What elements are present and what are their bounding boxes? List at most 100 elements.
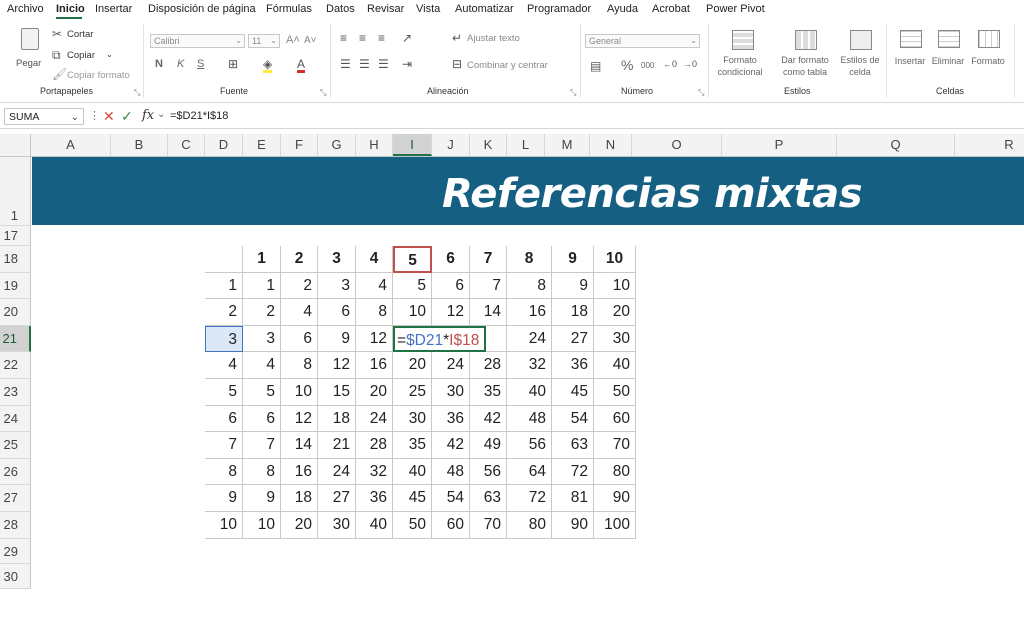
wrap-text-button[interactable]: Ajustar texto	[467, 33, 520, 44]
copy-button[interactable]: Copiar	[67, 50, 95, 61]
column-header-r[interactable]: R	[955, 134, 1024, 156]
table-cell[interactable]: 35	[393, 432, 432, 459]
table-cell[interactable]: 10	[281, 379, 318, 406]
row-header-25[interactable]: 25	[0, 432, 31, 459]
orientation-icon[interactable]: ↗	[402, 32, 412, 44]
row-header-29[interactable]: 29	[0, 538, 31, 564]
table-cell[interactable]: 8	[356, 299, 393, 326]
table-cell[interactable]: 40	[507, 379, 552, 406]
number-launcher-icon[interactable]: ⤡	[698, 88, 704, 98]
tab-inicio[interactable]: Inicio	[56, 3, 85, 15]
table-cell[interactable]: 36	[356, 485, 393, 512]
grow-font-button[interactable]: A˄	[286, 34, 300, 46]
row-factor-cell[interactable]: 5	[205, 379, 243, 406]
copy-dropdown-icon[interactable]: ⌄	[106, 50, 113, 59]
column-factor-cell[interactable]: 3	[318, 246, 356, 273]
font-launcher-icon[interactable]: ⤡	[320, 88, 326, 98]
row-header-20[interactable]: 20	[0, 299, 31, 326]
insert-cells-button[interactable]: Insertar	[891, 28, 929, 84]
table-cell[interactable]: 70	[470, 512, 507, 539]
clipboard-launcher-icon[interactable]: ⤡	[134, 88, 140, 98]
table-cell[interactable]: 24	[432, 352, 470, 379]
tab-automatizar[interactable]: Automatizar	[455, 3, 514, 15]
column-header-d[interactable]: D	[205, 134, 243, 156]
column-factor-cell[interactable]: 4	[356, 246, 393, 273]
table-cell[interactable]: 15	[318, 379, 356, 406]
currency-icon[interactable]: ▤	[590, 60, 601, 72]
table-cell[interactable]: 20	[594, 299, 636, 326]
table-cell[interactable]: 12	[432, 299, 470, 326]
align-top-icon[interactable]: ≡	[340, 32, 347, 44]
tab-programador[interactable]: Programador	[527, 3, 591, 15]
row-header-18[interactable]: 18	[0, 246, 31, 273]
table-cell[interactable]: 6	[318, 299, 356, 326]
row-header-26[interactable]: 26	[0, 458, 31, 486]
tab-ayuda[interactable]: Ayuda	[607, 3, 638, 15]
column-header-m[interactable]: M	[545, 134, 590, 156]
row-header-21[interactable]: 21	[0, 325, 31, 353]
table-cell[interactable]: 45	[393, 485, 432, 512]
column-factor-cell[interactable]: 7	[470, 246, 507, 273]
table-cell[interactable]: 21	[318, 432, 356, 459]
align-center-icon[interactable]: ☰	[359, 58, 370, 70]
column-header-p[interactable]: P	[722, 134, 837, 156]
table-cell[interactable]: 40	[356, 512, 393, 539]
format-cells-button[interactable]: Formato	[968, 28, 1008, 84]
table-cell[interactable]: 63	[552, 432, 594, 459]
table-cell[interactable]: 56	[470, 458, 507, 486]
table-cell[interactable]: 30	[393, 405, 432, 433]
table-cell[interactable]: 30	[432, 379, 470, 406]
indent-icon[interactable]: ⇥	[402, 58, 412, 70]
table-cell[interactable]: 45	[552, 379, 594, 406]
table-cell[interactable]: 1	[243, 272, 281, 300]
row-factor-cell[interactable]: 4	[205, 352, 243, 379]
table-cell[interactable]: 8	[281, 352, 318, 379]
percent-button[interactable]: %	[621, 57, 633, 73]
formula-input[interactable]: =$D21*I$18	[170, 106, 228, 127]
column-header-g[interactable]: G	[318, 134, 356, 156]
table-cell[interactable]: 48	[432, 458, 470, 486]
table-cell[interactable]: 10	[243, 512, 281, 539]
table-cell[interactable]: 18	[281, 485, 318, 512]
table-cell[interactable]: 56	[507, 432, 552, 459]
column-factor-cell[interactable]: 10	[594, 246, 636, 273]
merge-center-button[interactable]: Combinar y centrar	[467, 60, 548, 71]
table-cell[interactable]: 72	[507, 485, 552, 512]
row-factor-cell[interactable]: 8	[205, 458, 243, 486]
table-cell[interactable]: 8	[507, 272, 552, 300]
table-cell[interactable]: 12	[318, 352, 356, 379]
tab-disposición-de-página[interactable]: Disposición de página	[148, 3, 256, 15]
font-color-icon[interactable]: A	[297, 58, 306, 73]
table-corner-cell[interactable]	[205, 246, 243, 273]
table-cell[interactable]: 63	[470, 485, 507, 512]
format-painter-button[interactable]: Copiar formato	[67, 70, 130, 81]
table-cell[interactable]: 28	[356, 432, 393, 459]
table-cell[interactable]: 54	[432, 485, 470, 512]
table-cell[interactable]: 27	[552, 325, 594, 353]
table-cell[interactable]: 40	[594, 352, 636, 379]
table-cell[interactable]: 30	[318, 512, 356, 539]
table-cell[interactable]: 4	[281, 299, 318, 326]
underline-button[interactable]: S	[197, 58, 204, 70]
table-cell[interactable]: 3	[318, 272, 356, 300]
row-header-19[interactable]: 19	[0, 272, 31, 300]
chevron-down-icon[interactable]: ⌄	[157, 109, 165, 120]
table-cell[interactable]: 4	[356, 272, 393, 300]
table-cell[interactable]: 9	[318, 325, 356, 353]
column-header-b[interactable]: B	[111, 134, 168, 156]
select-all-corner[interactable]	[0, 134, 31, 156]
cell-styles-button[interactable]: Estilos de celda	[838, 28, 882, 84]
column-header-k[interactable]: K	[470, 134, 507, 156]
bold-button[interactable]: N	[155, 58, 163, 70]
tab-insertar[interactable]: Insertar	[95, 3, 132, 15]
table-cell[interactable]: 60	[594, 405, 636, 433]
borders-icon[interactable]: ⊞	[228, 58, 238, 70]
table-cell[interactable]: 50	[393, 512, 432, 539]
table-cell[interactable]: 64	[507, 458, 552, 486]
font-size-select[interactable]: 11 ⌄	[248, 34, 280, 48]
tab-vista[interactable]: Vista	[416, 3, 440, 15]
table-cell[interactable]: 24	[318, 458, 356, 486]
table-cell[interactable]: 16	[507, 299, 552, 326]
table-cell[interactable]: 72	[552, 458, 594, 486]
column-factor-cell[interactable]: 2	[281, 246, 318, 273]
